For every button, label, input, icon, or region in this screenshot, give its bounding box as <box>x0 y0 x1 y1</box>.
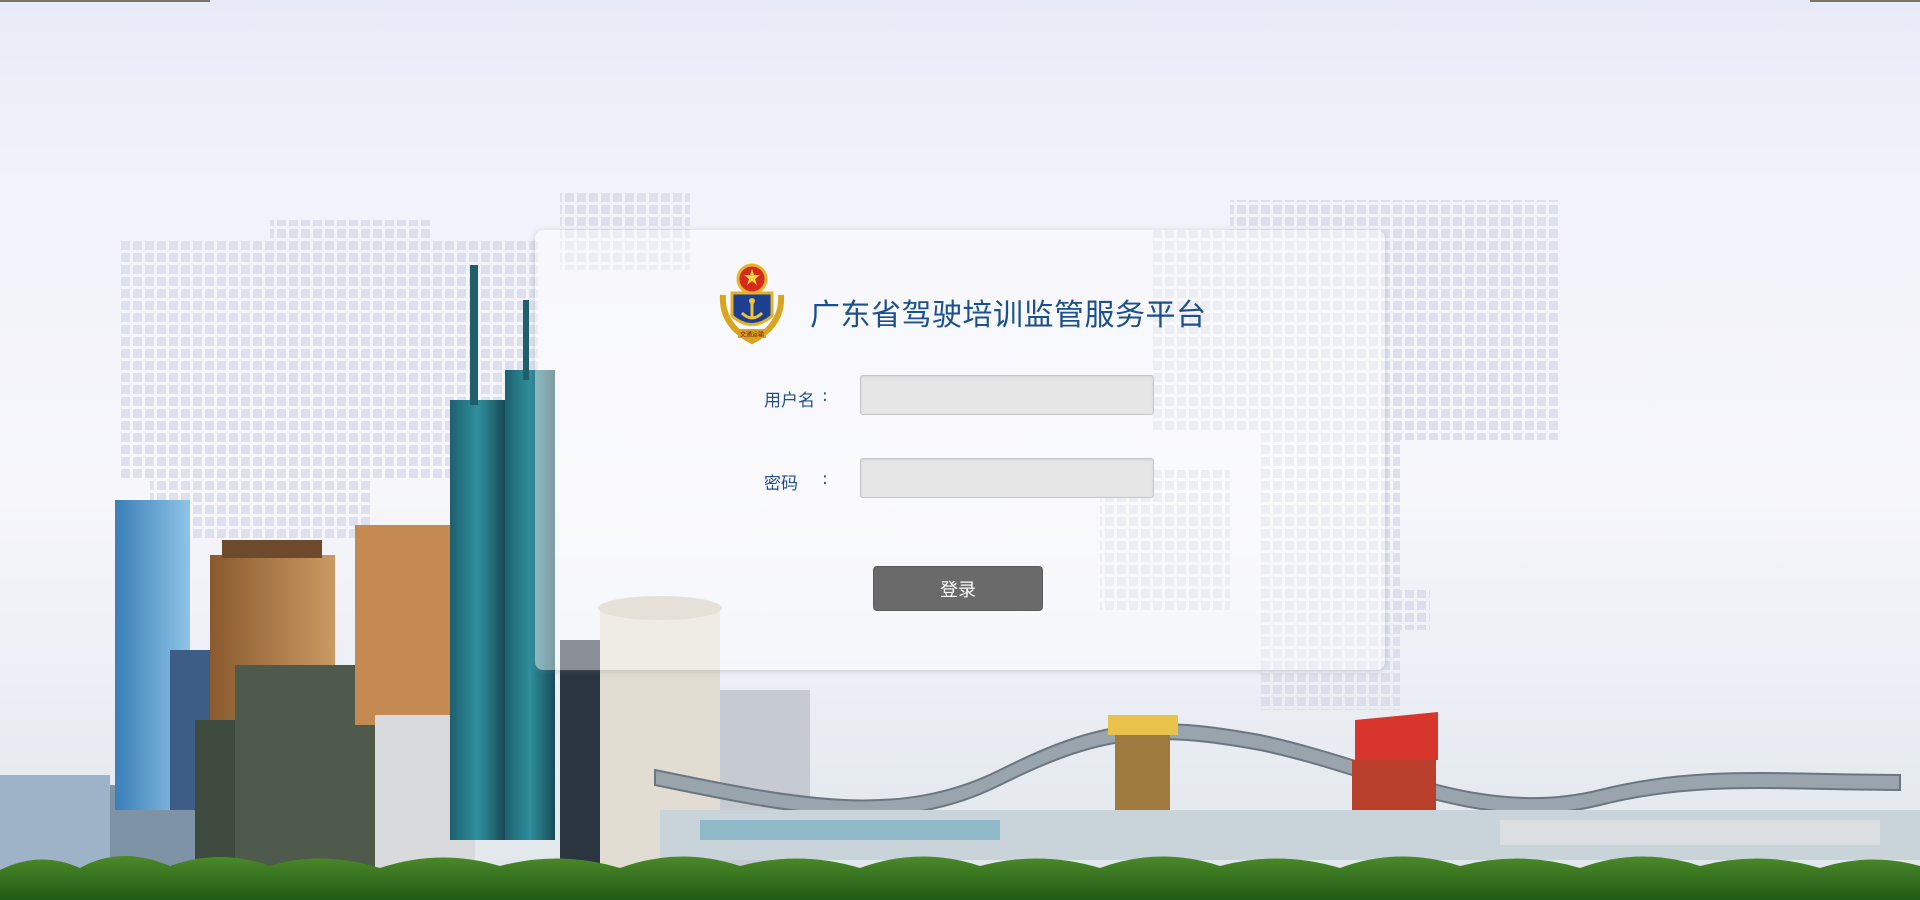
login-button[interactable]: 登录 <box>873 566 1043 611</box>
username-label: 用户名 <box>764 391 815 411</box>
username-input[interactable] <box>860 375 1154 415</box>
password-input[interactable] <box>860 458 1154 498</box>
page-title: 广东省驾驶培训监管服务平台 <box>810 298 1207 333</box>
password-colon: : <box>822 469 828 489</box>
username-colon: : <box>822 386 828 406</box>
password-label: 密码 <box>764 474 798 494</box>
logo-text: 交通运输 <box>740 331 764 339</box>
national-emblem-icon: 交通运输 <box>719 263 785 345</box>
